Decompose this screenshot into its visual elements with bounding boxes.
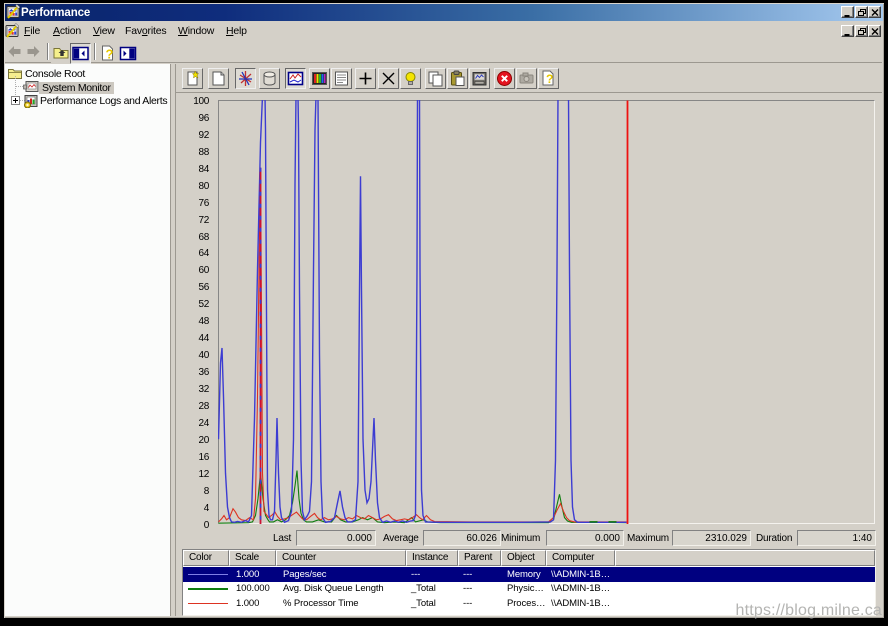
svg-text:?: ?	[546, 72, 553, 86]
svg-text:?: ?	[106, 47, 114, 62]
